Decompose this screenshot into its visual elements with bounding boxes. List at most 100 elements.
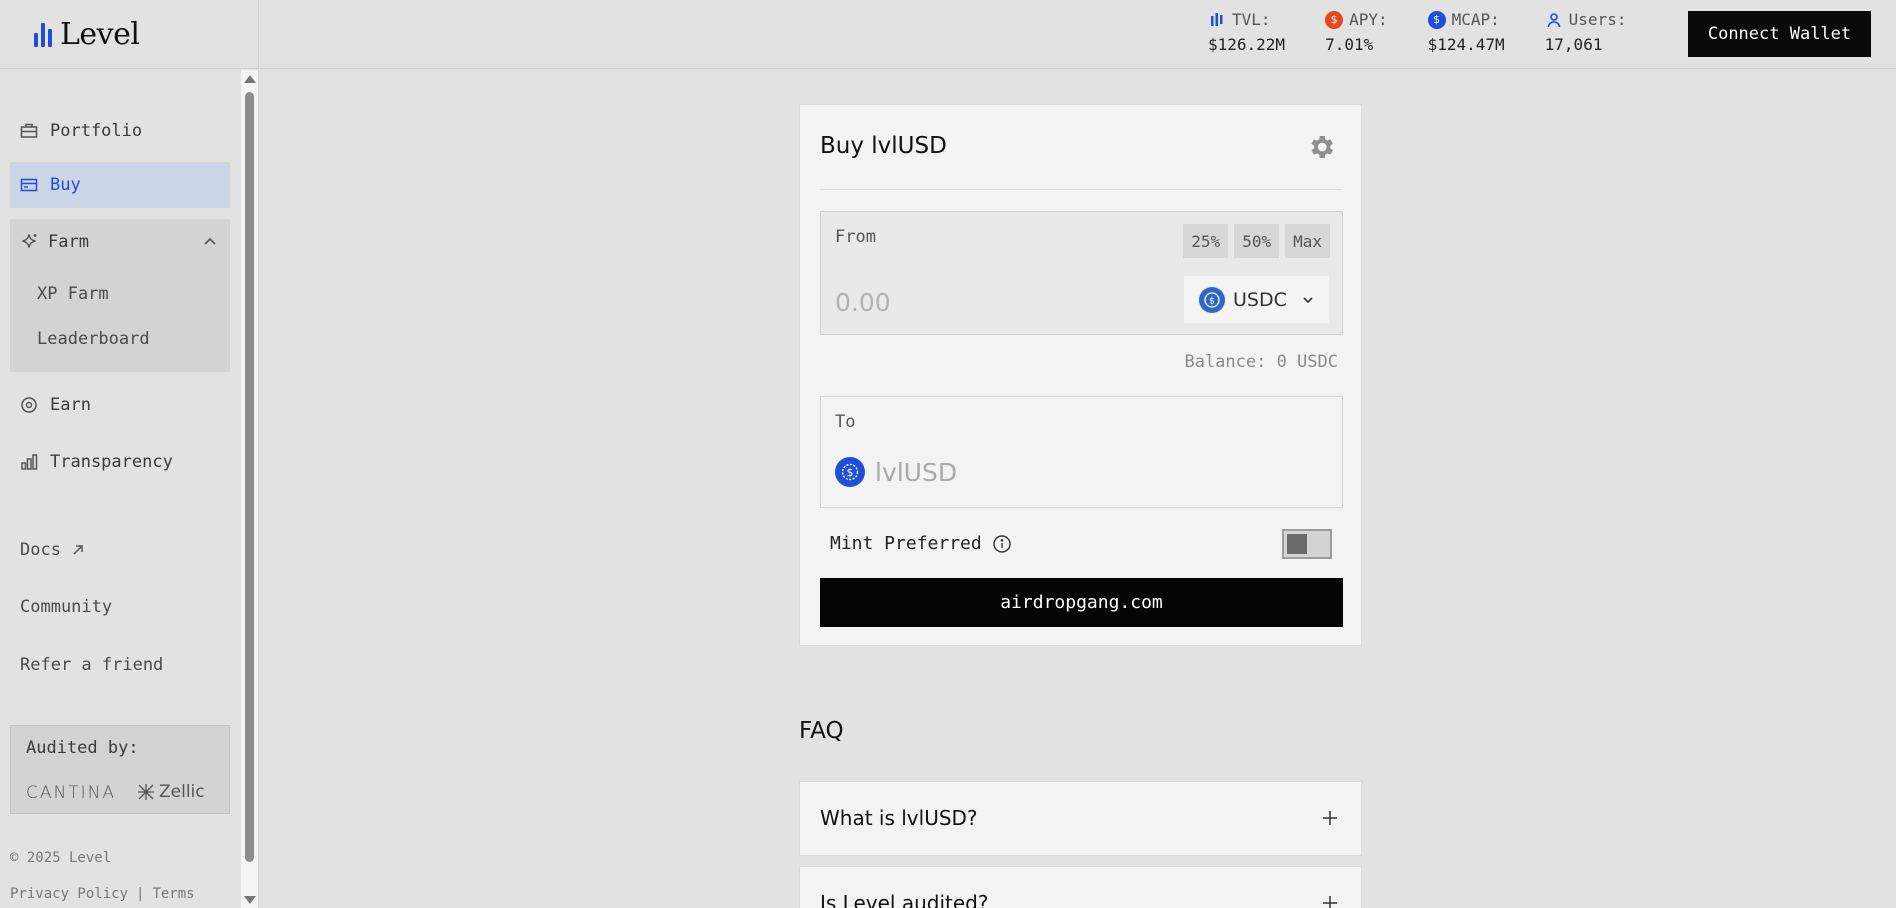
stats-bar: TVL: $126.22M $ APY: 7.01% $ MCAP: $124.… xyxy=(1208,10,1666,54)
stat-label: Users: xyxy=(1568,10,1627,29)
briefcase-icon xyxy=(20,123,38,138)
percent-buttons: 25% 50% Max xyxy=(1183,224,1330,258)
sidebar-item-label: Buy xyxy=(50,175,81,195)
card-icon xyxy=(20,178,38,192)
logo[interactable]: Level xyxy=(34,16,140,52)
pct-50-button[interactable]: 50% xyxy=(1234,224,1280,258)
from-panel: From 25% 50% Max $ USDC xyxy=(820,211,1343,335)
info-icon[interactable] xyxy=(992,534,1012,554)
cantina-logo: CANTINA xyxy=(26,783,116,803)
mint-preferred-label: Mint Preferred xyxy=(830,533,982,554)
user-icon xyxy=(1545,11,1563,29)
footer-links: Privacy Policy | Terms xyxy=(10,886,195,902)
zellic-label: Zellic xyxy=(159,782,205,802)
audit-box: Audited by: CANTINA Zellic xyxy=(10,725,230,814)
sidebar-item-label: Earn xyxy=(50,395,91,415)
stat-value: $124.47M xyxy=(1427,35,1505,54)
to-panel: To $ lvlUSD xyxy=(820,396,1343,508)
sidebar-item-buy[interactable]: Buy xyxy=(10,162,230,208)
from-label: From xyxy=(835,227,876,247)
mint-preferred-row: Mint Preferred xyxy=(830,533,1012,554)
sidebar-item-transparency[interactable]: Transparency xyxy=(10,439,230,485)
card-divider xyxy=(820,189,1342,190)
token-name: USDC xyxy=(1233,288,1287,311)
usdc-icon: $ xyxy=(1199,286,1225,313)
docs-label: Docs xyxy=(20,540,61,560)
pct-25-button[interactable]: 25% xyxy=(1183,224,1229,258)
chevron-up-icon[interactable] xyxy=(202,234,218,250)
logo-area: Level xyxy=(0,0,259,69)
scroll-up-arrow-icon[interactable] xyxy=(244,75,256,83)
sidebar-item-farm[interactable]: Farm xyxy=(10,219,230,265)
sidebar-item-label: Farm xyxy=(48,232,89,252)
stat-value: 17,061 xyxy=(1544,35,1603,54)
chevron-down-icon xyxy=(1303,296,1313,303)
to-label: To xyxy=(835,412,856,432)
farm-group: Farm XP Farm Leaderboard xyxy=(10,219,230,372)
stat-label: TVL: xyxy=(1232,10,1271,29)
stat-users: Users: 17,061 xyxy=(1545,10,1627,54)
copyright: © 2025 Level xyxy=(10,850,112,866)
docs-link[interactable]: Docs xyxy=(20,540,85,560)
mcap-coin-icon: $ xyxy=(1427,10,1446,29)
faq-item[interactable]: Is Level audited? xyxy=(799,866,1362,908)
faq-question: What is lvlUSD? xyxy=(820,806,978,830)
bar-chart-icon xyxy=(21,454,38,470)
privacy-policy-link[interactable]: Privacy Policy xyxy=(10,886,128,902)
sidebar-item-label: Portfolio xyxy=(50,121,143,141)
token-select[interactable]: $ USDC xyxy=(1184,276,1329,323)
top-header: Level TVL: $126.22M $ APY: 7.01% $ MCAP: xyxy=(0,0,1896,69)
to-token-name: lvlUSD xyxy=(875,457,958,487)
plus-icon xyxy=(1323,811,1337,825)
stat-tvl: TVL: $126.22M xyxy=(1208,10,1285,54)
max-button[interactable]: Max xyxy=(1285,224,1330,258)
level-bars-icon xyxy=(1208,11,1226,29)
footer-separator: | xyxy=(136,886,145,902)
level-logo-icon xyxy=(34,21,52,47)
zellic-logo: Zellic xyxy=(137,782,205,802)
buy-card: Buy lvlUSD From 25% 50% Max $ USDC Balan… xyxy=(799,104,1362,646)
sidebar-item-portfolio[interactable]: Portfolio xyxy=(10,108,230,154)
stat-value: 7.01% xyxy=(1325,35,1374,54)
target-icon xyxy=(21,397,37,413)
mint-preferred-toggle[interactable] xyxy=(1282,529,1332,559)
card-title: Buy lvlUSD xyxy=(820,133,947,159)
zellic-mark-icon xyxy=(138,784,154,800)
faq-title: FAQ xyxy=(799,718,844,744)
scroll-down-arrow-icon[interactable] xyxy=(244,896,256,904)
external-link-icon xyxy=(73,545,83,555)
svg-text:$: $ xyxy=(847,466,854,479)
sidebar-scrollbar[interactable] xyxy=(241,70,258,908)
logo-text: Level xyxy=(60,16,140,52)
stat-label: MCAP: xyxy=(1451,10,1500,29)
sidebar-item-earn[interactable]: Earn xyxy=(10,382,230,428)
plus-icon xyxy=(1323,896,1337,908)
gear-icon[interactable] xyxy=(1306,132,1336,162)
toggle-knob xyxy=(1287,534,1307,554)
terms-link[interactable]: Terms xyxy=(152,886,194,902)
faq-question: Is Level audited? xyxy=(820,891,989,908)
audited-by-label: Audited by: xyxy=(26,738,139,758)
sidebar-divider xyxy=(258,70,259,908)
amount-input[interactable] xyxy=(835,282,1135,322)
svg-text:$: $ xyxy=(1209,296,1215,306)
stat-value: $126.22M xyxy=(1208,35,1286,54)
balance-text: Balance: 0 USDC xyxy=(1184,352,1338,372)
stat-apy: $ APY: 7.01% xyxy=(1325,10,1388,54)
community-link[interactable]: Community xyxy=(20,597,112,617)
sidebar-item-leaderboard[interactable]: Leaderboard xyxy=(37,329,150,349)
sidebar-item-xp-farm[interactable]: XP Farm xyxy=(37,284,109,304)
refer-friend-link[interactable]: Refer a friend xyxy=(20,655,163,675)
to-token: $ lvlUSD xyxy=(835,457,957,487)
lvlusd-icon: $ xyxy=(835,457,865,487)
sidebar: Portfolio Buy Farm XP Farm Leaderboard E… xyxy=(0,70,240,908)
scroll-thumb[interactable] xyxy=(245,92,254,862)
action-button[interactable]: airdropgang.com xyxy=(820,578,1343,627)
apy-coin-icon: $ xyxy=(1325,10,1344,29)
stat-mcap: $ MCAP: $124.47M xyxy=(1427,10,1505,54)
connect-wallet-button[interactable]: Connect Wallet xyxy=(1688,11,1871,57)
sparkle-icon xyxy=(22,234,37,248)
sidebar-item-label: Transparency xyxy=(50,452,173,472)
stat-label: APY: xyxy=(1349,10,1388,29)
faq-item[interactable]: What is lvlUSD? xyxy=(799,781,1362,856)
